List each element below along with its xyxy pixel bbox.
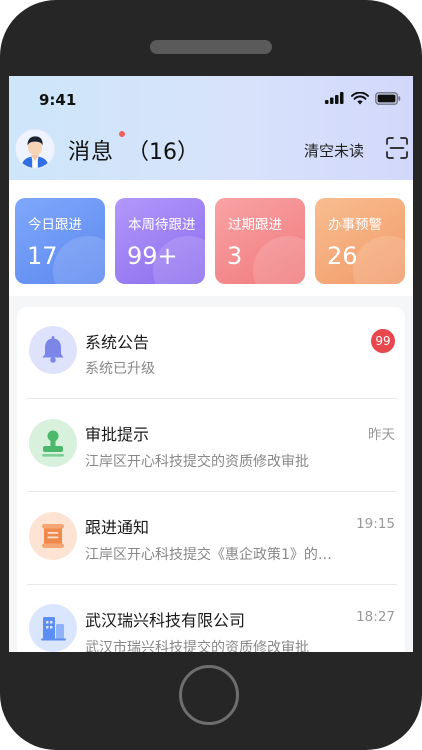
phone-frame: 9:41 消息 （16） 清空未读 今日跟进 17 本周待跟进 99+ 过期跟进… (0, 0, 422, 750)
stats-panel: 今日跟进 17 本周待跟进 99+ 过期跟进 3 办事预警 26 (9, 180, 413, 296)
user-avatar[interactable] (15, 129, 55, 169)
item-title: 武汉瑞兴科技有限公司 (85, 611, 246, 630)
stat-label: 办事预警 (328, 217, 382, 233)
clear-unread-button[interactable]: 清空未读 (304, 140, 364, 161)
wifi-icon (351, 91, 369, 104)
item-subtitle: 江岸区开心科技提交《惠企政策1》的… (85, 547, 332, 563)
list-item-system-notice[interactable]: 系统公告 系统已升级 99 (17, 307, 405, 399)
stat-card-overdue[interactable]: 过期跟进 3 (215, 198, 305, 284)
card-decoration (53, 236, 105, 284)
item-time: 昨天 (368, 427, 395, 443)
item-subtitle: 系统已升级 (85, 361, 155, 377)
item-title: 跟进通知 (85, 518, 150, 537)
home-button[interactable] (179, 665, 239, 725)
building-icon (29, 604, 77, 652)
unread-count: （16） (127, 140, 199, 165)
item-subtitle: 武汉市瑞兴科技提交的资质修改审批 (85, 640, 309, 652)
unread-dot (119, 131, 125, 137)
stat-value: 17 (27, 242, 58, 270)
status-icons (325, 90, 401, 106)
card-decoration (353, 236, 405, 284)
bell-icon (29, 326, 77, 374)
status-time: 9:41 (39, 91, 77, 109)
stat-label: 本周待跟进 (128, 217, 196, 233)
stat-card-today[interactable]: 今日跟进 17 (15, 198, 105, 284)
header-bar: 消息 （16） 清空未读 (9, 126, 413, 172)
item-title: 系统公告 (85, 333, 150, 352)
list-item-company[interactable]: 武汉瑞兴科技有限公司 武汉市瑞兴科技提交的资质修改审批 18:27 (17, 585, 405, 652)
stamp-icon (29, 419, 77, 467)
stat-label: 今日跟进 (28, 217, 82, 233)
avatar-icon (16, 130, 54, 168)
battery-icon (375, 91, 401, 105)
app-screen: 9:41 消息 （16） 清空未读 今日跟进 17 本周待跟进 99+ 过期跟进… (9, 76, 413, 652)
speaker-grille (150, 40, 272, 54)
stat-value: 26 (327, 242, 358, 270)
stat-label: 过期跟进 (228, 217, 282, 233)
signal-icon (325, 92, 344, 104)
stat-card-this-week[interactable]: 本周待跟进 99+ (115, 198, 205, 284)
stat-value: 3 (227, 242, 243, 270)
page-title: 消息 (68, 140, 115, 165)
scroll-icon (29, 512, 77, 560)
stat-card-warning[interactable]: 办事预警 26 (315, 198, 405, 284)
message-list: 系统公告 系统已升级 99 审批提示 江岸区开心科技提交的资质修改审批 昨天 跟… (17, 307, 405, 652)
item-subtitle: 江岸区开心科技提交的资质修改审批 (85, 454, 309, 470)
card-decoration (253, 236, 305, 284)
list-item-follow-up[interactable]: 跟进通知 江岸区开心科技提交《惠企政策1》的… 19:15 (17, 492, 405, 584)
item-title: 审批提示 (85, 425, 150, 444)
item-time: 19:15 (356, 516, 395, 532)
stat-value: 99+ (127, 242, 178, 270)
item-time: 18:27 (356, 609, 395, 625)
list-item-approval[interactable]: 审批提示 江岸区开心科技提交的资质修改审批 昨天 (17, 399, 405, 491)
scan-icon[interactable] (386, 137, 408, 159)
unread-badge: 99 (371, 329, 395, 353)
